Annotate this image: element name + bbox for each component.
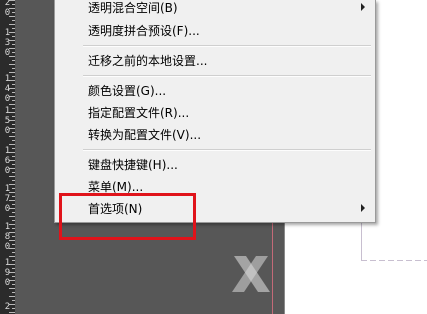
- menu-item-convert-profile[interactable]: 转换为配置文件(V)...: [55, 123, 375, 145]
- annotation-highlight-box: [59, 193, 196, 240]
- ruler-label: 1 9 0: [4, 258, 11, 288]
- menu-item-label: 指定配置文件(R)...: [88, 106, 190, 120]
- watermark-logo: [232, 256, 270, 292]
- selection-edge-horizontal: [361, 260, 427, 261]
- ruler-label: 2 0: [4, 0, 11, 18]
- menu-item-flattener-presets[interactable]: 透明度拼合预设(F)...: [55, 19, 375, 41]
- menu-item-keyboard-shortcuts[interactable]: 键盘快捷键(H)...: [55, 153, 375, 175]
- ruler-label: 1 6 0: [4, 146, 11, 176]
- menu-separator: [83, 149, 371, 151]
- menu-item-label: 透明混合空间(B): [88, 1, 178, 15]
- menu-item-label: 键盘快捷键(H)...: [88, 158, 178, 172]
- menu-item-transparency-blend-space[interactable]: 透明混合空间(B): [55, 0, 375, 18]
- menu-item-label: 颜色设置(G)...: [88, 84, 167, 98]
- menu-item-migrate-settings[interactable]: 迁移之前的本地设置...: [55, 49, 375, 71]
- ruler-label: 1 5 0: [4, 106, 11, 136]
- menu-item-label: 透明度拼合预设(F)...: [88, 24, 200, 38]
- vertical-ruler: 2 0 1 3 0 1 4 0 1 5 0 1 6 0 1 7 0 1 8 0 1 9 0 2: [0, 0, 15, 314]
- menu-item-color-settings[interactable]: 颜色设置(G)...: [55, 79, 375, 101]
- ruler-label: 1 7 0: [4, 184, 11, 214]
- ruler-label: 1 8 0: [4, 222, 11, 252]
- menu-separator: [83, 45, 371, 47]
- menu-item-label: 迁移之前的本地设置...: [88, 54, 208, 68]
- submenu-arrow-icon: [361, 204, 365, 212]
- edit-menu-dropdown: 透明混合空间(B) 透明度拼合预设(F)... 迁移之前的本地设置... 颜色设…: [54, 0, 376, 223]
- menu-item-assign-profile[interactable]: 指定配置文件(R)...: [55, 101, 375, 123]
- menu-separator: [83, 75, 371, 77]
- ruler-label: 1 3 0: [4, 28, 11, 58]
- menu-item-label: 转换为配置文件(V)...: [88, 128, 202, 142]
- ruler-label: 2: [4, 302, 11, 312]
- submenu-arrow-icon: [361, 3, 365, 11]
- ruler-label: 1 4 0: [4, 74, 11, 104]
